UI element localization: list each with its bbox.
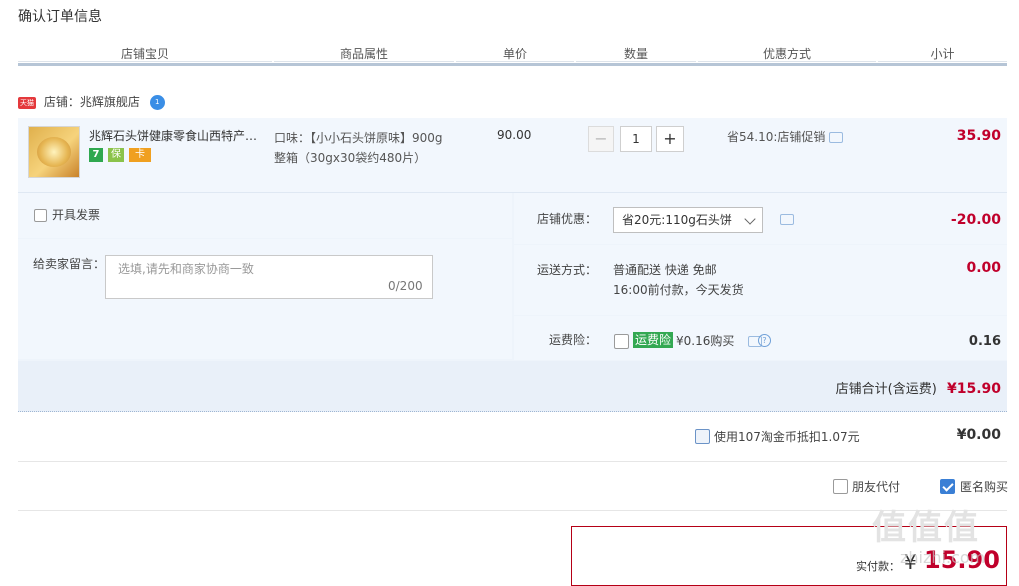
invoice-label[interactable]: 开具发票 [52, 207, 100, 223]
chevron-down-icon [744, 213, 756, 225]
watermark-logo: 值值值 [872, 508, 980, 548]
shop-total: 店铺合计(含运费) ¥15.90 [836, 378, 1001, 397]
header-underline [18, 61, 272, 62]
invoice-checkbox[interactable] [34, 209, 47, 222]
message-char-count: 0/200 [388, 279, 423, 293]
coins-label[interactable]: 使用107淘金币抵扣1.07元 [714, 429, 860, 445]
insurance-tag: 运费险 [633, 332, 674, 348]
shop-total-value: ¥15.90 [946, 381, 1001, 397]
divider [18, 510, 1007, 511]
insurance-checkbox[interactable] [614, 334, 629, 349]
shipping-label: 运送方式： [537, 263, 598, 277]
final-label: 实付款： [856, 560, 900, 573]
header-underline [456, 61, 574, 62]
attr-flavor: 口味：【小小石头饼原味】900g [274, 131, 443, 145]
insurance-label: 运费险： [549, 333, 598, 347]
watermark-url: zhizhi.com [900, 548, 986, 567]
credit-card-icon: 卡 [129, 148, 151, 162]
shop-discount-value: -20.00 [950, 212, 1001, 228]
header-underline [274, 61, 454, 62]
item-subtotal: 35.90 [956, 128, 1001, 144]
message-placeholder: 选填,请先和商家协商一致 [118, 262, 254, 276]
shipping-value: 0.00 [966, 260, 1001, 276]
promotion-text: 省54.10:店铺促销 [727, 130, 826, 144]
unit-price: 90.00 [497, 128, 532, 142]
coins-checkbox[interactable] [695, 429, 710, 444]
shop-discount-selected: 省20元:110g石头饼 [622, 213, 732, 227]
quantity-decrease-button[interactable]: − [588, 126, 614, 152]
page-title: 确认订单信息 [18, 9, 102, 25]
header-underline [698, 61, 876, 62]
quantity-input[interactable]: 1 [620, 126, 652, 152]
guarantee-icon: 保 [108, 148, 124, 162]
help-icon[interactable]: ? [758, 334, 771, 347]
attr-package: 整箱（30gx30袋约480片） [274, 151, 427, 165]
shop-name[interactable]: 店铺：兆辉旗舰店 [44, 95, 140, 109]
friend-pay-label[interactable]: 朋友代付 [852, 479, 900, 495]
promotion-info: 省54.10:店铺促销 [727, 128, 844, 145]
wangwang-chat-icon[interactable]: 1 [149, 95, 165, 110]
anonymous-label[interactable]: 匿名购买 [960, 479, 1008, 495]
seven-day-return-icon: 7 [89, 148, 103, 162]
insurance-price: ¥0.16购买 [676, 334, 735, 348]
friend-pay-checkbox[interactable] [833, 479, 848, 494]
header-underline [878, 61, 1007, 62]
shop-discount-select[interactable]: 省20元:110g石头饼 [613, 207, 763, 233]
divider [18, 461, 1007, 462]
insurance-value: 0.16 [968, 334, 1001, 349]
comment-icon[interactable] [829, 132, 844, 143]
header-divider [18, 63, 1007, 66]
tmall-icon: 天猫 [18, 96, 36, 109]
shipping-cell [514, 245, 1007, 315]
shipping-method: 普通配送 快递 免邮 [613, 263, 717, 277]
shop-discount-label: 店铺优惠： [537, 212, 598, 226]
product-title[interactable]: 兆辉石头饼健康零食山西特产休闲食品 [89, 128, 269, 144]
product-thumbnail[interactable] [28, 126, 80, 178]
header-underline [576, 61, 696, 62]
product-attributes: 口味：【小小石头饼原味】900g 整箱（30gx30袋约480片） [274, 128, 474, 168]
comment-icon[interactable] [780, 214, 794, 225]
shop-total-label: 店铺合计(含运费) [835, 382, 937, 397]
message-label: 给卖家留言： [33, 257, 106, 271]
anonymous-checkbox[interactable] [940, 479, 955, 494]
coins-value: ¥0.00 [956, 427, 1001, 443]
shipping-note: 16:00前付款，今天发货 [613, 283, 744, 297]
shop-row: 天猫 店铺：兆辉旗舰店 1 [18, 93, 165, 111]
quantity-increase-button[interactable]: + [656, 126, 684, 152]
product-image-cookie [37, 137, 71, 167]
